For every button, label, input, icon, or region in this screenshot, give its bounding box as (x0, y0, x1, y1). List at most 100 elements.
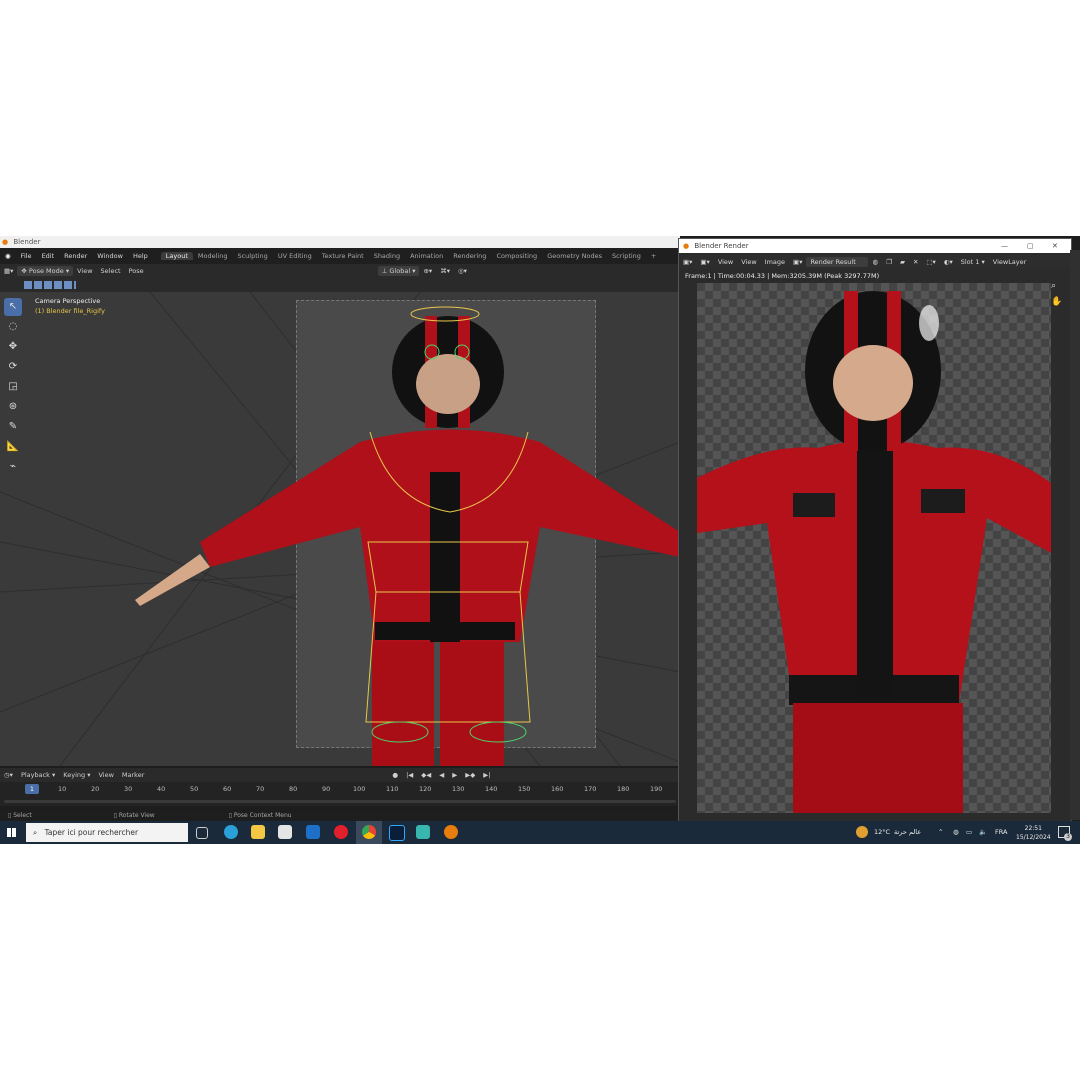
image-editor-type-icon[interactable]: ▣▾ (679, 258, 696, 266)
clock[interactable]: 22:51 15/12/2024 (1016, 824, 1051, 842)
weather-temp[interactable]: 12°C (874, 821, 890, 844)
timeline-ruler[interactable]: 1 10 20 30 40 50 60 70 80 90 100 110 120… (0, 782, 680, 806)
blender-taskbar-icon[interactable] (444, 825, 458, 839)
outlook-icon[interactable] (306, 825, 320, 839)
timeline-scrollbar[interactable] (4, 800, 676, 803)
proportional-icon[interactable]: ◎▾ (454, 267, 471, 275)
menu-window[interactable]: Window (92, 252, 128, 260)
timeline-view-menu[interactable]: View (94, 771, 117, 779)
tab-shading[interactable]: Shading (369, 252, 405, 260)
select-tool-icon[interactable]: ↖ (4, 298, 22, 316)
add-workspace-button[interactable]: + (646, 252, 661, 260)
timeline-editor-icon[interactable]: ◷▾ (0, 771, 17, 779)
timeline-header: ◷▾ Playback ▾ Keying ▾ View Marker ● |◀ … (0, 768, 680, 782)
fake-user-icon[interactable]: ◍ (868, 258, 882, 266)
object-name-label: (1) Blender file_Rigify (35, 307, 105, 315)
bone-tool-icon[interactable]: ⌁ (4, 458, 22, 476)
select-menu[interactable]: Select (97, 267, 125, 275)
frame-tick: 180 (617, 785, 630, 793)
overlay-icon[interactable]: ◐▾ (940, 258, 957, 266)
marker-menu[interactable]: Marker (118, 771, 148, 779)
scale-tool-icon[interactable]: ◲ (4, 378, 22, 396)
move-tool-icon[interactable]: ✥ (4, 338, 22, 356)
tab-sculpting[interactable]: Sculpting (232, 252, 272, 260)
minimize-button[interactable]: — (1001, 239, 1008, 253)
gizmo-icon[interactable]: ⬚▾ (922, 258, 939, 266)
maya-icon[interactable] (416, 825, 430, 839)
annotate-tool-icon[interactable]: ✎ (4, 418, 22, 436)
snap-icon[interactable]: ⌘▾ (436, 267, 454, 275)
image-menu[interactable]: Image (761, 258, 789, 266)
tab-scripting[interactable]: Scripting (607, 252, 646, 260)
menu-file[interactable]: File (16, 252, 37, 260)
tab-animation[interactable]: Animation (405, 252, 448, 260)
open-image-icon[interactable]: ▰ (896, 258, 909, 266)
unlink-image-icon[interactable]: ✕ (909, 258, 922, 266)
zoom-icon[interactable]: ⌕ (1051, 281, 1056, 291)
frame-tick: 150 (518, 785, 531, 793)
orientation-dropdown[interactable]: ⊥ Global ▾ (377, 266, 420, 276)
task-view-icon[interactable] (196, 827, 208, 839)
taskbar-search[interactable]: ⌕ Taper ici pour rechercher (26, 823, 188, 842)
render-result-canvas[interactable] (697, 283, 1051, 813)
menu-edit[interactable]: Edit (37, 252, 60, 260)
current-frame-indicator[interactable]: 1 (25, 784, 39, 794)
network-icon[interactable]: ◍ (953, 821, 959, 844)
render-view-menu[interactable]: View (714, 258, 737, 266)
slot-dropdown[interactable]: Slot 1 ▾ (957, 258, 989, 266)
tab-layout[interactable]: Layout (160, 252, 193, 260)
playback-menu[interactable]: Playback ▾ (17, 771, 59, 779)
3d-viewport[interactable]: Camera Perspective (1) Blender file_Rigi… (0, 292, 680, 766)
pose-menu[interactable]: Pose (125, 267, 148, 275)
language-indicator[interactable]: FRA (995, 821, 1007, 844)
chrome-icon[interactable] (362, 825, 376, 839)
render-info: Frame:1 | Time:00:04.33 | Mem:3205.39M (… (685, 272, 880, 280)
pan-hand-icon[interactable]: ✋ (1051, 297, 1062, 307)
blender-menu-icon[interactable]: ◉ (0, 252, 16, 260)
mode-dropdown[interactable]: ✥ Pose Mode ▾ (17, 266, 74, 276)
store-icon[interactable] (278, 825, 292, 839)
editor-type-icon[interactable]: ▦▾ (0, 267, 17, 275)
viewlayer-dropdown[interactable]: ViewLayer (989, 258, 1031, 266)
tab-compositing[interactable]: Compositing (491, 252, 542, 260)
menu-help[interactable]: Help (128, 252, 153, 260)
battery-icon[interactable]: ▭ (966, 821, 972, 844)
pivot-icon[interactable]: ⊕▾ (419, 267, 436, 275)
photoshop-icon[interactable] (389, 825, 405, 841)
play-reverse-icon[interactable]: ◀ (435, 771, 448, 779)
tab-modeling[interactable]: Modeling (193, 252, 233, 260)
prev-key-icon[interactable]: ◆◀ (417, 771, 435, 779)
tab-uv-editing[interactable]: UV Editing (273, 252, 317, 260)
select-mode-icons[interactable] (24, 281, 76, 289)
rotate-tool-icon[interactable]: ⟳ (4, 358, 22, 376)
measure-tool-icon[interactable]: 📐 (4, 438, 22, 456)
tab-rendering[interactable]: Rendering (448, 252, 491, 260)
view-mode-icon[interactable]: ▣▾ (696, 258, 713, 266)
close-button[interactable]: ✕ (1052, 239, 1058, 253)
render-result-field[interactable]: Render Result (806, 257, 869, 267)
frame-tick: 120 (419, 785, 432, 793)
windows-start-icon[interactable] (7, 828, 16, 837)
record-icon[interactable]: ● (388, 771, 402, 779)
play-icon[interactable]: ▶ (448, 771, 461, 779)
tray-chevron-icon[interactable]: ⌃ (938, 821, 943, 844)
file-explorer-icon[interactable] (251, 825, 265, 839)
maximize-button[interactable]: ▢ (1027, 239, 1034, 253)
volume-icon[interactable]: 🔈 (979, 821, 987, 844)
tab-geometry-nodes[interactable]: Geometry Nodes (542, 252, 607, 260)
jump-end-icon[interactable]: ▶| (479, 771, 494, 779)
tab-texture-paint[interactable]: Texture Paint (317, 252, 369, 260)
image-browse-icon[interactable]: ▣▾ (789, 258, 806, 266)
transform-tool-icon[interactable]: ⊛ (4, 398, 22, 416)
next-key-icon[interactable]: ▶◆ (461, 771, 479, 779)
jump-start-icon[interactable]: |◀ (402, 771, 417, 779)
frame-tick: 100 (353, 785, 366, 793)
render-view-menu-2[interactable]: View (737, 258, 760, 266)
edge-icon[interactable] (224, 825, 238, 839)
new-image-icon[interactable]: ❐ (882, 258, 896, 266)
opera-icon[interactable] (334, 825, 348, 839)
keying-menu[interactable]: Keying ▾ (59, 771, 94, 779)
cursor-tool-icon[interactable]: ◌ (4, 318, 22, 336)
menu-render[interactable]: Render (59, 252, 92, 260)
view-menu[interactable]: View (73, 267, 96, 275)
